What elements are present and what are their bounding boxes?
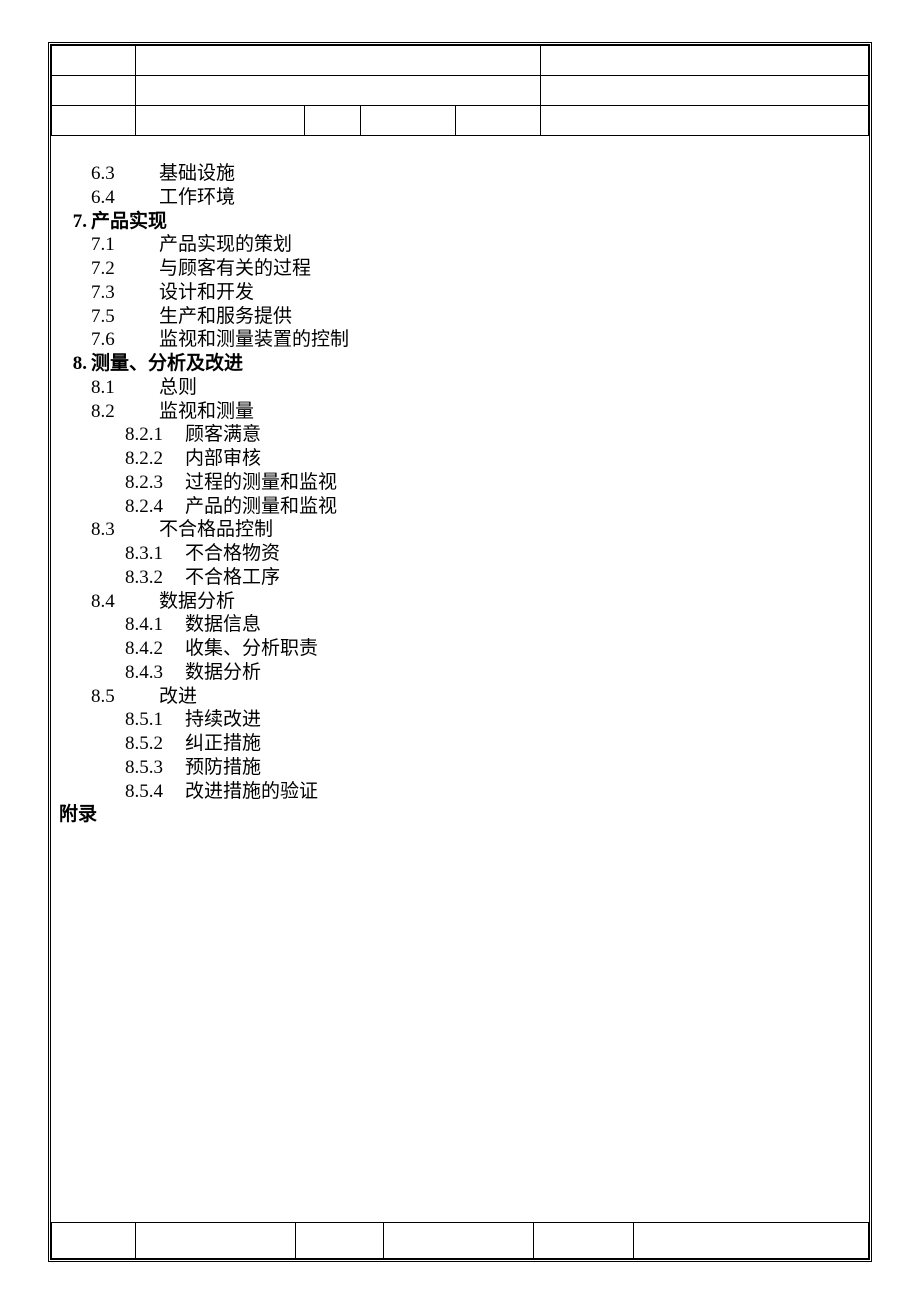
header-table [51, 45, 869, 136]
toc-level3: 8.4.1数据信息 [51, 613, 857, 637]
toc-level3: 8.2.3过程的测量和监视 [51, 471, 857, 495]
toc-level3: 8.4.2收集、分析职责 [51, 637, 857, 661]
toc-body: 6.3 基础设施 6.4 工作环境 7. 产品实现 7.1产品实现的策划 7.2… [51, 136, 869, 1222]
toc-level2: 8.5改进 [51, 685, 857, 709]
toc-title: 工作环境 [159, 186, 235, 210]
toc-level2: 6.4 工作环境 [51, 186, 857, 210]
header-cell [52, 46, 136, 76]
toc-level1: 7. 产品实现 [51, 210, 857, 234]
header-cell [136, 106, 305, 136]
toc-title: 基础设施 [159, 162, 235, 186]
toc-level3: 8.5.1持续改进 [51, 708, 857, 732]
toc-level3: 8.5.4改进措施的验证 [51, 780, 857, 804]
footer-cell [384, 1223, 534, 1259]
header-cell [361, 106, 456, 136]
toc-level3: 8.2.1顾客满意 [51, 423, 857, 447]
toc-level2: 8.2监视和测量 [51, 400, 857, 424]
toc-num: 7. [51, 210, 91, 234]
toc-level3: 8.2.4产品的测量和监视 [51, 495, 857, 519]
toc-level3: 8.3.1不合格物资 [51, 542, 857, 566]
toc-level2: 7.3设计和开发 [51, 281, 857, 305]
toc-level2: 8.4数据分析 [51, 590, 857, 614]
footer-cell [52, 1223, 136, 1259]
footer-cell [136, 1223, 296, 1259]
toc-level3: 8.4.3数据分析 [51, 661, 857, 685]
footer-cell [634, 1223, 869, 1259]
toc-level2: 8.3不合格品控制 [51, 518, 857, 542]
header-cell [52, 106, 136, 136]
header-cell [541, 46, 869, 76]
toc-level3: 8.5.2纠正措施 [51, 732, 857, 756]
footer-cell [296, 1223, 384, 1259]
toc-num: 8. [51, 352, 91, 376]
toc-level3: 8.5.3预防措施 [51, 756, 857, 780]
header-cell [456, 106, 541, 136]
toc-level2: 7.6监视和测量装置的控制 [51, 328, 857, 352]
header-cell [52, 76, 136, 106]
header-cell [541, 106, 869, 136]
toc-appendix: 附录 [51, 803, 857, 827]
toc-num: 6.3 [51, 162, 129, 186]
toc-title: 产品实现 [91, 210, 167, 234]
header-cell [541, 76, 869, 106]
header-cell [136, 76, 541, 106]
footer-cell [534, 1223, 634, 1259]
document-frame: 6.3 基础设施 6.4 工作环境 7. 产品实现 7.1产品实现的策划 7.2… [48, 42, 872, 1262]
header-cell [136, 46, 541, 76]
toc-level1: 8. 测量、分析及改进 [51, 352, 857, 376]
toc-level2: 6.3 基础设施 [51, 162, 857, 186]
footer-table [51, 1222, 869, 1259]
toc-level3: 8.2.2内部审核 [51, 447, 857, 471]
toc-title: 测量、分析及改进 [91, 352, 243, 376]
toc-level2: 8.1总则 [51, 376, 857, 400]
toc-level2: 7.1产品实现的策划 [51, 233, 857, 257]
toc-level3: 8.3.2不合格工序 [51, 566, 857, 590]
toc-level2: 7.2与顾客有关的过程 [51, 257, 857, 281]
header-cell [305, 106, 361, 136]
toc-num: 6.4 [51, 186, 129, 210]
toc-level2: 7.5生产和服务提供 [51, 305, 857, 329]
